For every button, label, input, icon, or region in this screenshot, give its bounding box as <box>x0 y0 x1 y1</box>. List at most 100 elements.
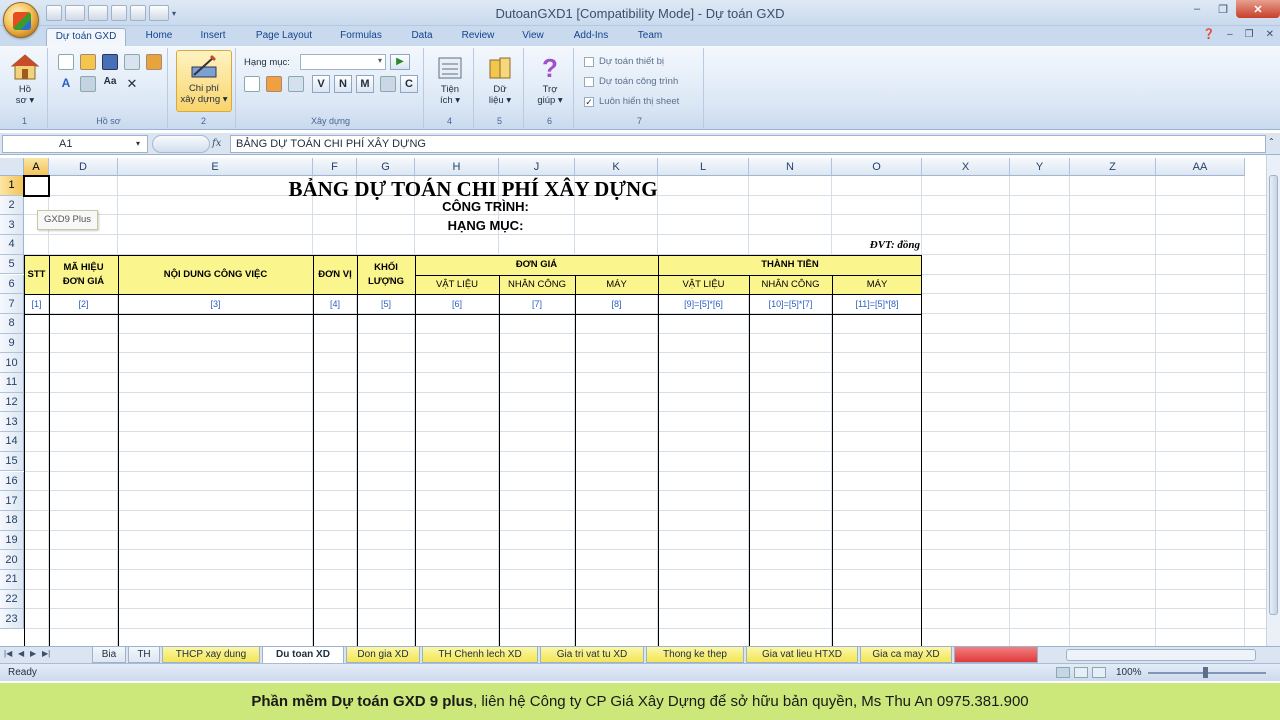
n-button[interactable]: N <box>334 75 352 93</box>
sheet-tab-thong-ke-thep[interactable]: Thong ke thep <box>646 647 744 663</box>
row-header-4[interactable]: 4 <box>0 235 24 255</box>
open-folder-icon[interactable] <box>80 54 96 70</box>
insert-function-icon[interactable]: fx <box>212 138 221 149</box>
column-header-l[interactable]: L <box>658 158 749 176</box>
first-sheet-icon[interactable]: |◀ <box>4 649 12 658</box>
hang-muc-dropdown[interactable]: ▾ <box>300 54 386 70</box>
page-break-view-icon[interactable] <box>1092 667 1106 678</box>
row-header-7[interactable]: 7 <box>0 294 24 314</box>
v-button[interactable]: V <box>312 75 330 93</box>
column-header-d[interactable]: D <box>49 158 118 176</box>
ribbon-close-icon[interactable]: ✕ <box>1266 29 1274 40</box>
ho-so-button[interactable]: Hồ sơ ▾ <box>6 52 44 106</box>
next-sheet-icon[interactable]: ▶ <box>30 649 36 658</box>
column-header-aa[interactable]: AA <box>1156 158 1245 176</box>
tro-giup-button[interactable]: ? Trợ giúp ▾ <box>530 54 570 106</box>
scroll-thumb[interactable] <box>1269 175 1278 615</box>
select-all-corner[interactable] <box>0 158 24 176</box>
option-du-toan-cong-trinh[interactable]: Dự toán công trình <box>584 76 678 87</box>
name-box-dropdown-icon[interactable]: ▾ <box>136 139 140 148</box>
help-icon[interactable]: ❓ <box>1203 29 1215 40</box>
column-header-g[interactable]: G <box>357 158 415 176</box>
maximize-button[interactable]: ❐ <box>1210 0 1236 18</box>
column-header-n[interactable]: N <box>749 158 832 176</box>
option-du-toan-thiet-bi[interactable]: Dự toán thiết bị <box>584 56 664 67</box>
expand-formula-icon[interactable]: ⌃ <box>1268 137 1275 146</box>
row-header-1[interactable]: 1 <box>0 176 24 196</box>
list-icon[interactable] <box>288 76 304 92</box>
zoom-level[interactable]: 100% <box>1116 664 1142 681</box>
row-header-19[interactable]: 19 <box>0 530 24 551</box>
row-header-2[interactable]: 2 <box>0 195 24 216</box>
last-sheet-icon[interactable]: ▶| <box>42 649 50 658</box>
row-header-18[interactable]: 18 <box>0 510 24 531</box>
tab-team[interactable]: Team <box>632 28 668 46</box>
spreadsheet-grid[interactable]: A D E F G H J K L N O X Y Z AA 1 2 3 4 5 6 7 8 9 10 11 12 13 14 15 16 1… <box>0 158 1266 646</box>
tab-home[interactable]: Home <box>140 28 178 46</box>
chi-phi-xay-dung-button[interactable]: Chi phí xây dựng ▾ <box>176 50 232 112</box>
font-size-icon[interactable]: Aa <box>102 76 118 92</box>
tab-insert[interactable]: Insert <box>192 28 234 46</box>
tab-formulas[interactable]: Formulas <box>334 28 388 46</box>
column-header-a[interactable]: A <box>24 158 49 176</box>
formula-input[interactable]: BẢNG DỰ TOÁN CHI PHÍ XÂY DỰNG <box>230 135 1266 153</box>
blank-sheet-icon[interactable] <box>244 76 260 92</box>
sheet-tab-th[interactable]: TH <box>128 647 160 663</box>
row-header-22[interactable]: 22 <box>0 589 24 610</box>
name-box[interactable]: A1 <box>2 135 148 153</box>
sheet-tab-th-chenh-lech-xd[interactable]: TH Chenh lech XD <box>422 647 538 663</box>
close-button[interactable]: ✕ <box>1236 0 1280 18</box>
vertical-scrollbar[interactable] <box>1266 155 1280 646</box>
column-header-f[interactable]: F <box>313 158 357 176</box>
sheet-tab-hidden-red[interactable] <box>954 647 1038 663</box>
fill-color-icon[interactable] <box>266 76 282 92</box>
lock-icon[interactable] <box>80 76 96 92</box>
tab-add-ins[interactable]: Add-Ins <box>566 28 616 46</box>
column-header-e[interactable]: E <box>118 158 313 176</box>
zoom-slider-thumb[interactable] <box>1203 667 1208 678</box>
sheet-tab-gia-ca-may-xd[interactable]: Gia ca may XD <box>860 647 952 663</box>
prev-sheet-icon[interactable]: ◀ <box>18 649 24 658</box>
column-header-x[interactable]: X <box>922 158 1010 176</box>
font-a-icon[interactable]: A <box>58 76 74 92</box>
row-header-23[interactable]: 23 <box>0 609 24 630</box>
column-header-o[interactable]: O <box>832 158 922 176</box>
sheet-tab-du-toan-xd[interactable]: Du toan XD <box>262 647 344 664</box>
sheet-tab-don-gia-xd[interactable]: Don gia XD <box>346 647 420 663</box>
sheet-tab-gia-vat-lieu-htxd[interactable]: Gia vat lieu HTXD <box>746 647 858 663</box>
column-header-y[interactable]: Y <box>1010 158 1070 176</box>
c-button[interactable]: C <box>400 75 418 93</box>
page-layout-view-icon[interactable] <box>1074 667 1088 678</box>
row-header-5[interactable]: 5 <box>0 254 24 275</box>
active-cell-a1[interactable] <box>23 175 50 197</box>
minimize-button[interactable]: – <box>1184 0 1210 18</box>
ribbon-restore-icon[interactable]: ❐ <box>1245 29 1254 40</box>
horizontal-scrollbar[interactable] <box>1066 649 1256 661</box>
option-luon-hien-thi-sheet[interactable]: ✓ Luôn hiển thị sheet <box>584 96 679 107</box>
row-header-16[interactable]: 16 <box>0 471 24 492</box>
row-header-14[interactable]: 14 <box>0 432 24 452</box>
row-header-6[interactable]: 6 <box>0 274 24 295</box>
swap-icon[interactable] <box>380 76 396 92</box>
tab-view[interactable]: View <box>516 28 550 46</box>
row-header-20[interactable]: 20 <box>0 550 24 570</box>
new-file-icon[interactable] <box>58 54 74 70</box>
row-header-15[interactable]: 15 <box>0 451 24 472</box>
row-header-9[interactable]: 9 <box>0 333 24 354</box>
column-header-k[interactable]: K <box>575 158 658 176</box>
column-header-j[interactable]: J <box>499 158 575 176</box>
row-header-10[interactable]: 10 <box>0 353 24 373</box>
paste-icon[interactable] <box>146 54 162 70</box>
row-header-12[interactable]: 12 <box>0 392 24 413</box>
ribbon-minimize-icon[interactable]: – <box>1227 29 1233 40</box>
tab-data[interactable]: Data <box>404 28 440 46</box>
sheet-tab-thcp-xay-dung[interactable]: THCP xay dung <box>162 647 260 663</box>
copy-icon[interactable] <box>124 54 140 70</box>
column-header-z[interactable]: Z <box>1070 158 1156 176</box>
row-header-11[interactable]: 11 <box>0 373 24 393</box>
tab-page-layout[interactable]: Page Layout <box>250 28 318 46</box>
row-header-17[interactable]: 17 <box>0 491 24 511</box>
tab-du-toan-gxd[interactable]: Dự toán GXD <box>46 28 126 46</box>
save-file-icon[interactable] <box>102 54 118 70</box>
m-button[interactable]: M <box>356 75 374 93</box>
